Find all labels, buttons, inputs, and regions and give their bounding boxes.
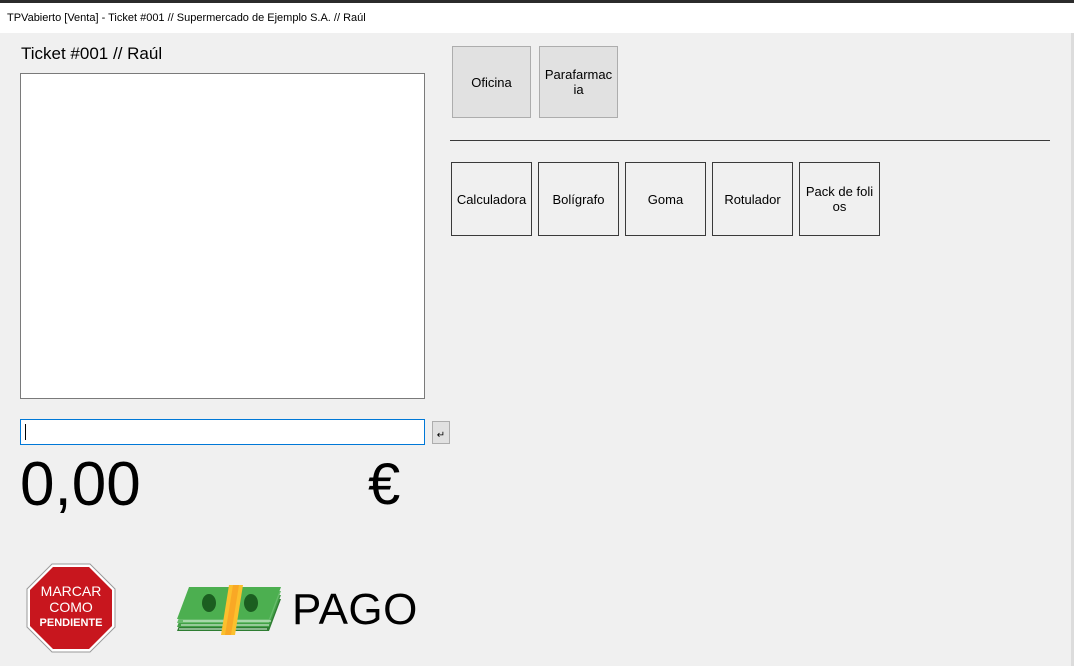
product-button-goma[interactable]: Goma xyxy=(625,162,706,236)
money-stack-icon[interactable] xyxy=(175,583,283,637)
product-code-input[interactable] xyxy=(20,419,425,445)
category-button-parafarmacia[interactable]: Parafarmacia xyxy=(539,46,618,118)
category-button-oficina[interactable]: Oficina xyxy=(452,46,531,118)
pay-button-label[interactable]: PAGO xyxy=(292,585,418,635)
pending-label-line1: MARCAR xyxy=(40,583,102,599)
window-title: TPVabierto [Venta] - Ticket #001 // Supe… xyxy=(0,3,1074,33)
product-button-rotulador[interactable]: Rotulador xyxy=(712,162,793,236)
product-button-boligrafo[interactable]: Bolígrafo xyxy=(538,162,619,236)
pending-label-line2: COMO xyxy=(49,599,93,615)
currency-symbol: € xyxy=(368,452,401,517)
product-button-calculadora[interactable]: Calculadora xyxy=(451,162,532,236)
mark-pending-button[interactable]: MARCAR COMO PENDIENTE xyxy=(26,563,116,653)
ticket-total: 0,00 xyxy=(20,450,141,519)
enter-button[interactable]: ↵ xyxy=(432,421,450,444)
product-button-pack-de-folios[interactable]: Pack de folios xyxy=(799,162,880,236)
section-divider xyxy=(450,140,1050,141)
ticket-header: Ticket #001 // Raúl xyxy=(21,44,163,63)
pending-label-line3: PENDIENTE xyxy=(39,617,103,629)
ticket-items-list[interactable] xyxy=(20,73,425,399)
text-caret xyxy=(25,424,26,440)
